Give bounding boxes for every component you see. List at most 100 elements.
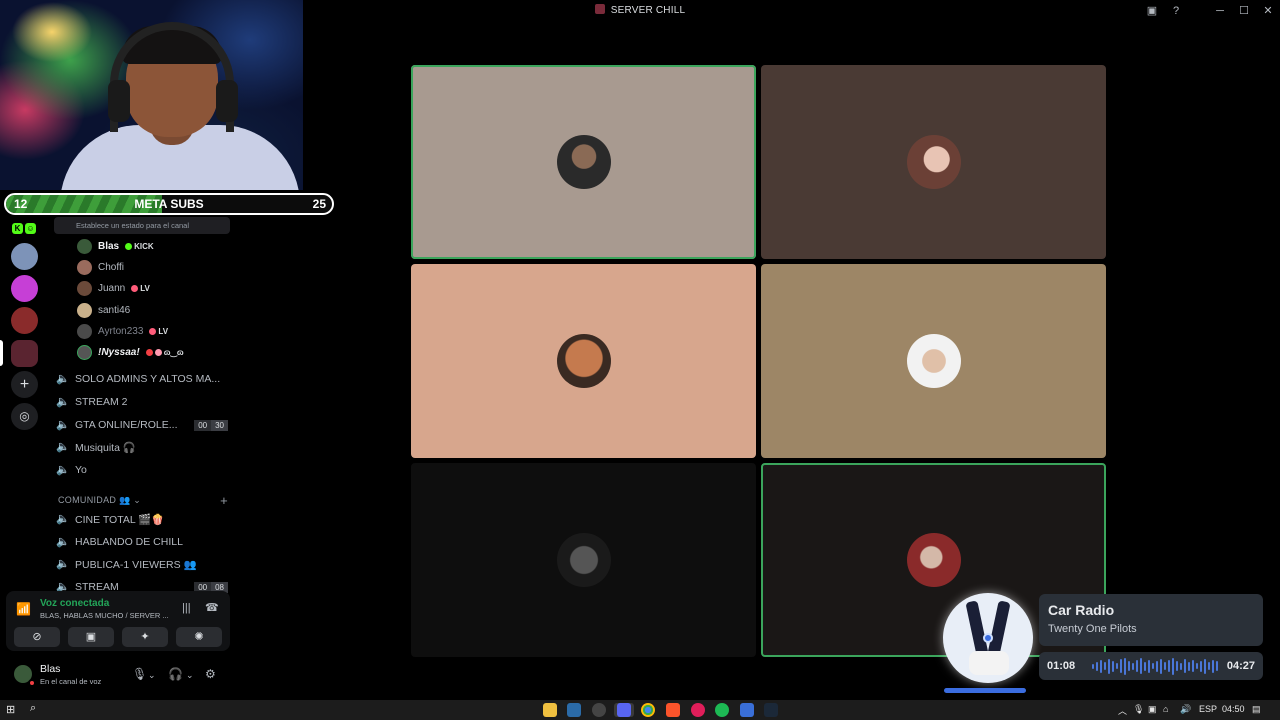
microphone-icon[interactable]: 🎙 xyxy=(1133,704,1144,715)
voice-channel-cine-total[interactable]: 🔈 CINE TOTAL 🎬🍿 xyxy=(56,509,228,529)
subs-goal-label: META SUBS xyxy=(134,197,204,211)
soundboard-button[interactable]: ✺ xyxy=(176,627,222,647)
participant-tile-3[interactable] xyxy=(411,264,756,458)
waveform-bar xyxy=(1184,659,1186,673)
member-tag-text: LV xyxy=(140,283,150,293)
voice-channel-yo[interactable]: 🔈 Yo xyxy=(56,460,228,480)
member-ayrton233[interactable]: Ayrton233 LV xyxy=(77,322,168,340)
waveform xyxy=(1092,657,1218,675)
minimize-button[interactable]: ─ xyxy=(1208,0,1232,22)
member-juann[interactable]: Juann LV xyxy=(77,279,150,297)
volume-icon[interactable]: 🔊 xyxy=(1180,704,1191,715)
member-nyssaa[interactable]: !Nyssaa! ɷ‿ɷ xyxy=(77,343,184,361)
tray-chevron-up-icon[interactable]: ︿ xyxy=(1118,704,1127,717)
waveform-bar xyxy=(1112,660,1114,672)
channel-status-hint[interactable]: Establece un estado para el canal xyxy=(54,217,230,234)
chevron-down-icon[interactable]: ⌄ xyxy=(186,670,194,681)
media-player-icon[interactable] xyxy=(691,703,705,717)
member-choffi[interactable]: Choffi xyxy=(77,258,124,276)
playback-progress-bar xyxy=(944,688,1026,693)
member-tag-text: LV xyxy=(158,326,169,336)
avatar xyxy=(557,135,611,189)
channel-list: Establece un estado para el canal Blas K… xyxy=(48,190,236,595)
clock[interactable]: 04:50 xyxy=(1222,704,1245,714)
server-icon-frog[interactable] xyxy=(11,275,38,302)
waveform-bar xyxy=(1188,661,1190,671)
add-server-icon[interactable]: + xyxy=(11,371,38,398)
speaker-icon: 🔈 xyxy=(56,513,70,525)
member-name: santi46 xyxy=(98,304,131,316)
participant-tile-1[interactable] xyxy=(411,65,756,259)
subs-goal-bar: 12 META SUBS 25 xyxy=(4,193,334,215)
gear-icon[interactable]: ⚙ xyxy=(205,667,216,681)
avatar xyxy=(77,344,92,360)
voice-channel-stream-2[interactable]: 🔈 STREAM 2 xyxy=(56,392,228,412)
waveform-bar xyxy=(1204,658,1206,674)
category-comunidad[interactable]: COMUNIDAD 👥 ⌄ + xyxy=(58,493,228,508)
tray-app-icon[interactable]: ▣ xyxy=(1148,704,1157,715)
spotify-icon[interactable] xyxy=(715,703,729,717)
microphone-icon[interactable]: 🎙 xyxy=(132,667,147,681)
search-icon[interactable]: ⌕ xyxy=(30,702,36,715)
voice-channel-hablando-de-chill[interactable]: 🔈 HABLANDO DE CHILL xyxy=(56,532,228,552)
app-icon[interactable] xyxy=(740,703,754,717)
activities-button[interactable]: ✦ xyxy=(122,627,168,647)
disconnect-icon[interactable]: ☎ xyxy=(205,601,219,614)
close-button[interactable]: ✕ xyxy=(1256,0,1280,22)
speaker-icon: 🔈 xyxy=(56,396,70,408)
brave-icon[interactable] xyxy=(666,703,680,717)
avatar xyxy=(77,302,92,318)
add-channel-icon[interactable]: + xyxy=(220,493,228,508)
channel-name: GTA ONLINE/ROLE... xyxy=(75,419,178,431)
elapsed-time: 01:08 xyxy=(1047,660,1076,672)
help-icon[interactable]: ? xyxy=(1164,0,1188,22)
language-indicator[interactable]: ESP xyxy=(1199,704,1217,714)
kick-icon: K xyxy=(12,223,23,234)
notifications-icon[interactable]: ▤ xyxy=(1252,704,1261,715)
waveform-bar xyxy=(1208,662,1210,670)
noise-suppression-icon[interactable]: ||| xyxy=(182,602,191,614)
file-explorer-icon[interactable] xyxy=(543,703,557,717)
maximize-button[interactable]: ☐ xyxy=(1232,0,1256,22)
camera-off-button[interactable]: ⊘ xyxy=(14,627,60,647)
member-name: Ayrton233 xyxy=(98,325,144,337)
server-icon-chill[interactable] xyxy=(11,340,38,367)
headphones-icon[interactable]: 🎧 xyxy=(168,667,183,681)
discord-icon[interactable] xyxy=(617,703,631,717)
chevron-down-icon[interactable]: ⌄ xyxy=(148,670,156,681)
member-santi46[interactable]: santi46 xyxy=(77,301,130,319)
waveform-bar xyxy=(1212,659,1214,673)
avatar xyxy=(77,323,92,339)
steam-icon[interactable] xyxy=(764,703,778,717)
voice-channel-musiquita[interactable]: 🔈 Musiquita 🎧 xyxy=(56,437,228,457)
server-icon-3[interactable] xyxy=(11,307,38,334)
voice-channel-path[interactable]: BLAS, HABLAS MUCHO / SERVER ... xyxy=(40,611,169,620)
voice-channel-publica-1-viewers[interactable]: 🔈 PUBLICA-1 VIEWERS 👥 xyxy=(56,554,228,574)
voice-channel-solo-admins[interactable]: 🔈 SOLO ADMINS Y ALTOS MA... xyxy=(56,369,228,389)
participant-tile-5[interactable] xyxy=(411,463,756,657)
screen-share-icon[interactable]: ▣ xyxy=(1140,0,1164,22)
voice-channel-gta-online[interactable]: 🔈 GTA ONLINE/ROLE... 00 30 xyxy=(56,415,228,435)
steam-icon[interactable] xyxy=(567,703,581,717)
member-blas[interactable]: Blas KICK xyxy=(77,237,154,255)
signal-icon[interactable]: 📶 xyxy=(16,602,31,616)
participant-tile-2[interactable] xyxy=(761,65,1106,259)
chrome-icon[interactable] xyxy=(641,703,655,717)
member-tag: LV xyxy=(149,327,168,336)
server-icon-1[interactable] xyxy=(11,243,38,270)
member-tag: LV xyxy=(131,284,150,293)
participant-tile-4[interactable] xyxy=(761,264,1106,458)
share-screen-button[interactable]: ▣ xyxy=(68,627,114,647)
channel-name: CINE TOTAL 🎬🍿 xyxy=(75,513,165,526)
waveform-bar xyxy=(1172,657,1174,675)
member-name: !Nyssaa! xyxy=(98,346,140,358)
waveform-bar xyxy=(1168,660,1170,672)
discover-icon[interactable]: ◎ xyxy=(11,403,38,430)
windows-start-icon[interactable]: ⊞ xyxy=(6,703,15,716)
settings-icon[interactable] xyxy=(592,703,606,717)
channel-name: STREAM 2 xyxy=(75,396,128,408)
track-duration: 04:27 xyxy=(1226,660,1255,672)
network-icon[interactable]: ⌂ xyxy=(1163,704,1168,714)
now-playing-card: Car Radio Twenty One Pilots xyxy=(1039,594,1263,646)
kick-icon xyxy=(125,242,133,250)
